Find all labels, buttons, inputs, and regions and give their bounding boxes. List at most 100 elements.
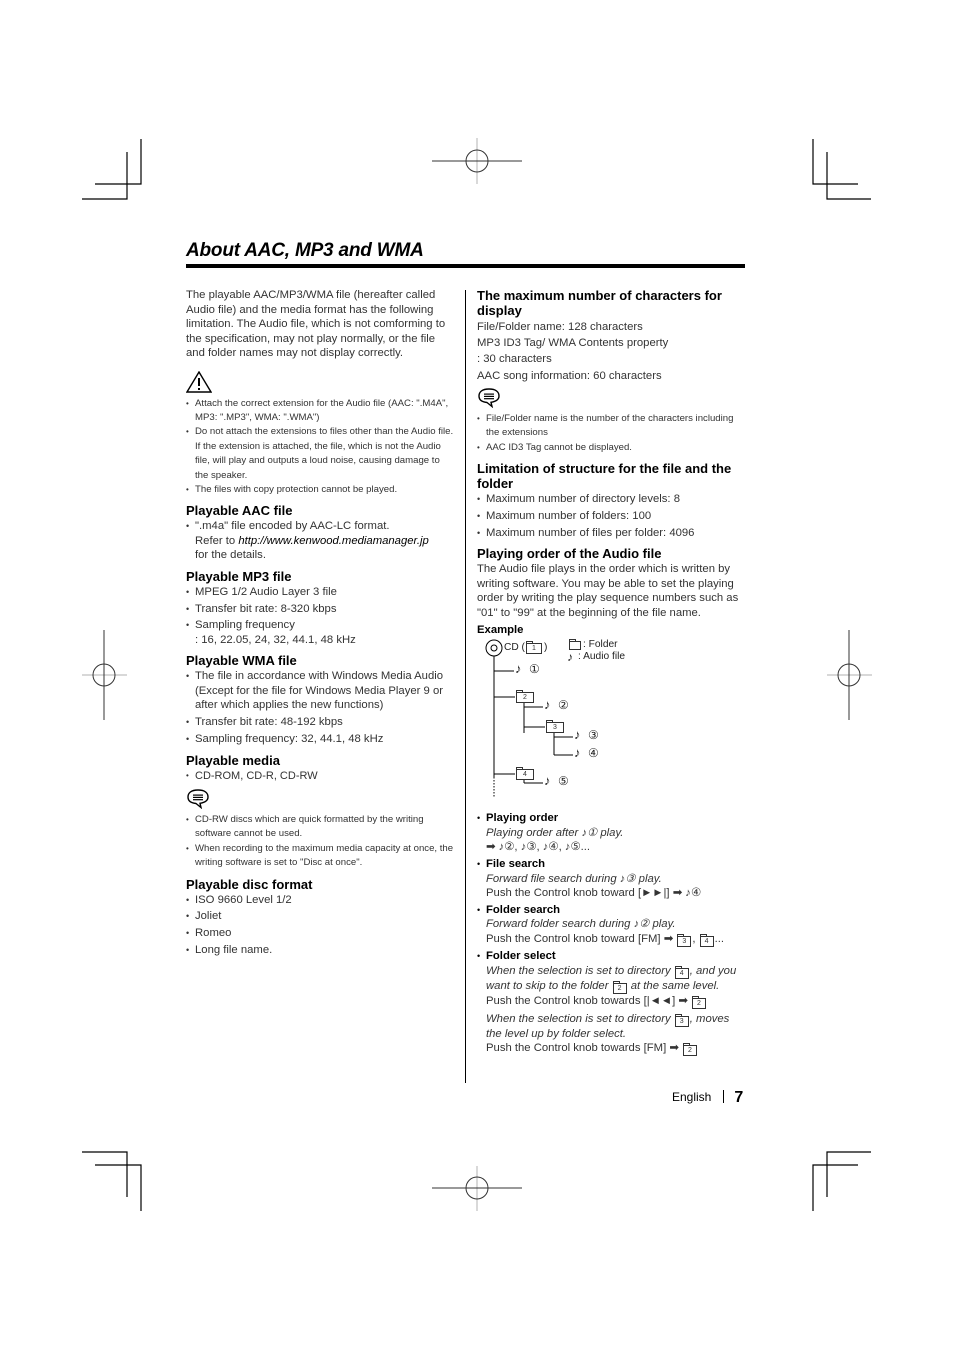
legend-folder: : Folder: [583, 639, 618, 651]
ellipsis: ...: [580, 841, 591, 854]
playing-order-text: The Audio file plays in the order which …: [477, 563, 739, 619]
file-number: ④: [548, 841, 559, 854]
mp3-item: Sampling frequency: 16, 22.05, 24, 32, 4…: [186, 618, 454, 647]
mp3-item: Transfer bit rate: 8-320 kbps: [186, 602, 454, 617]
max-chars-note: File/Folder name is the number of the ch…: [477, 412, 745, 441]
file-number-5: ⑤: [558, 774, 569, 789]
folder-icon: 2: [612, 980, 627, 994]
legend-audio: : Audio file: [578, 651, 626, 663]
instruction-text: Push the Control knob toward [FM]: [486, 932, 664, 945]
folder-icon: 3: [677, 933, 692, 947]
desc-text: When the selection is set to directory: [486, 964, 674, 977]
section-heading-wma: Playable WMA file: [186, 653, 297, 669]
audio-file-icon: ♪: [515, 661, 522, 677]
footer-language: English: [672, 1090, 712, 1104]
cd-root-close: ): [544, 642, 548, 654]
caution-item: Do not attach the extensions to files ot…: [186, 425, 454, 483]
prev-track-key-icon: |◄◄: [646, 994, 673, 1007]
arrow-right-icon: ➡: [663, 932, 674, 945]
operations-list: Playing order Playing order after ♪① pla…: [477, 811, 745, 1057]
sampling-label: Sampling frequency: [195, 619, 295, 632]
crop-mark-top-right: [812, 139, 871, 200]
max-chars-line: : 30 characters: [477, 353, 552, 365]
folder-icon: 4: [699, 933, 714, 947]
arrow-right-icon: ➡: [678, 994, 688, 1007]
media-note: When recording to the maximum media capa…: [186, 842, 454, 871]
left-column: The playable AAC/MP3/WMA file (hereafter…: [186, 288, 454, 960]
arrow-right-icon: ➡: [486, 841, 496, 854]
folder-icon: 2: [691, 995, 706, 1009]
section-heading-max-chars: The maximum number of characters for dis…: [477, 288, 722, 318]
next-track-key-icon: ►►|: [641, 887, 667, 900]
warning-triangle-icon: [186, 370, 212, 393]
aac-format-text: ".m4a" file encoded by AAC-LC format.: [195, 520, 390, 533]
legend-audio-icon: ♪: [567, 650, 573, 665]
disc-format-item: Romeo: [186, 926, 454, 941]
file-number-2: ②: [558, 698, 569, 713]
section-heading-media: Playable media: [186, 752, 280, 768]
folder-icon-1: 1: [526, 641, 542, 655]
section-heading-disc-format: Playable disc format: [186, 876, 313, 892]
note-speech-bubble-icon: [478, 388, 500, 408]
structure-item: Maximum number of directory levels: 8: [477, 492, 745, 507]
disc-format-item: ISO 9660 Level 1/2: [186, 893, 454, 908]
operation-playing-order: Playing order Playing order after ♪① pla…: [477, 811, 745, 855]
ellipsis: ...: [714, 932, 725, 945]
desc-text: Playing order after: [486, 826, 582, 839]
operation-title: Folder select: [486, 950, 556, 963]
operation-folder-select: Folder select When the selection is set …: [477, 949, 745, 1057]
refer-prefix: Refer to: [195, 534, 239, 547]
file-number: ④: [690, 887, 702, 900]
operation-desc: Forward folder search during ♪② play.: [486, 918, 676, 930]
structure-item: Maximum number of folders: 100: [477, 509, 745, 524]
page-footer: English 7: [672, 1089, 743, 1107]
file-number: ①: [587, 826, 598, 839]
file-number: ②: [639, 918, 650, 931]
legend-folder-icon: [569, 639, 581, 651]
wma-list: The file in accordance with Windows Medi…: [186, 669, 454, 746]
desc-text: play.: [635, 872, 662, 885]
audio-file-icon: ♪: [574, 727, 581, 743]
cd-root-label: CD (: [504, 642, 525, 654]
crop-mark-bottom-left: [82, 1151, 142, 1211]
media-note: CD-RW discs which are quick formatted by…: [186, 813, 454, 842]
cd-disc-icon: [485, 639, 503, 657]
caution-list: Attach the correct extension for the Aud…: [186, 397, 454, 498]
section-heading-structure: Limitation of structure for the file and…: [477, 461, 732, 492]
operation-file-search: File search Forward file search during ♪…: [477, 857, 745, 901]
operation-folder-search: Folder search Forward folder search duri…: [477, 903, 745, 947]
folder-icon-3: 3: [546, 720, 564, 734]
folder-icon: 4: [674, 965, 689, 979]
instruction-text: Push the Control knob towards [FM]: [486, 1042, 670, 1055]
registration-mark-left: [82, 630, 127, 720]
desc-text: play.: [597, 826, 624, 839]
kenwood-link[interactable]: http://www.kenwood.mediamanager.jp: [238, 535, 428, 547]
instruction-text: Push the Control knob toward [: [486, 887, 642, 900]
operation-desc: When the selection is set to directory 4…: [486, 964, 736, 994]
wma-item: Sampling frequency: 32, 44.1, 48 kHz: [186, 732, 454, 747]
section-heading-mp3: Playable MP3 file: [186, 568, 292, 584]
max-chars-notes: File/Folder name is the number of the ch…: [477, 412, 745, 456]
structure-item: Maximum number of files per folder: 4096: [477, 526, 745, 541]
desc-text: at the same level.: [627, 979, 720, 992]
refer-suffix: for the details.: [195, 549, 266, 562]
max-chars-line: AAC song information: 60 characters: [477, 370, 662, 382]
file-number: ③: [625, 872, 636, 885]
column-divider: [465, 290, 466, 1083]
file-number: ⑤: [570, 841, 581, 854]
note-speech-bubble-icon: [187, 789, 209, 809]
disc-format-list: ISO 9660 Level 1/2 Joliet Romeo Long fil…: [186, 893, 454, 958]
audio-file-icon: ♪: [574, 745, 581, 761]
right-column: The maximum number of characters for dis…: [477, 288, 745, 1059]
audio-file-icon: ♪: [544, 697, 551, 713]
media-list: CD-ROM, CD-R, CD-RW: [186, 769, 454, 784]
page-title: About AAC, MP3 and WMA: [186, 240, 424, 261]
aac-list: ".m4a" file encoded by AAC-LC format. Re…: [186, 519, 454, 563]
example-label: Example: [477, 624, 524, 637]
folder-icon-4: 4: [516, 767, 534, 781]
crop-mark-top-left: [82, 139, 142, 200]
desc-text: Forward folder search during: [486, 918, 634, 931]
mp3-list: MPEG 1/2 Audio Layer 3 file Transfer bit…: [186, 585, 454, 648]
disc-format-item: Long file name.: [186, 943, 454, 958]
file-number: ②: [504, 841, 515, 854]
